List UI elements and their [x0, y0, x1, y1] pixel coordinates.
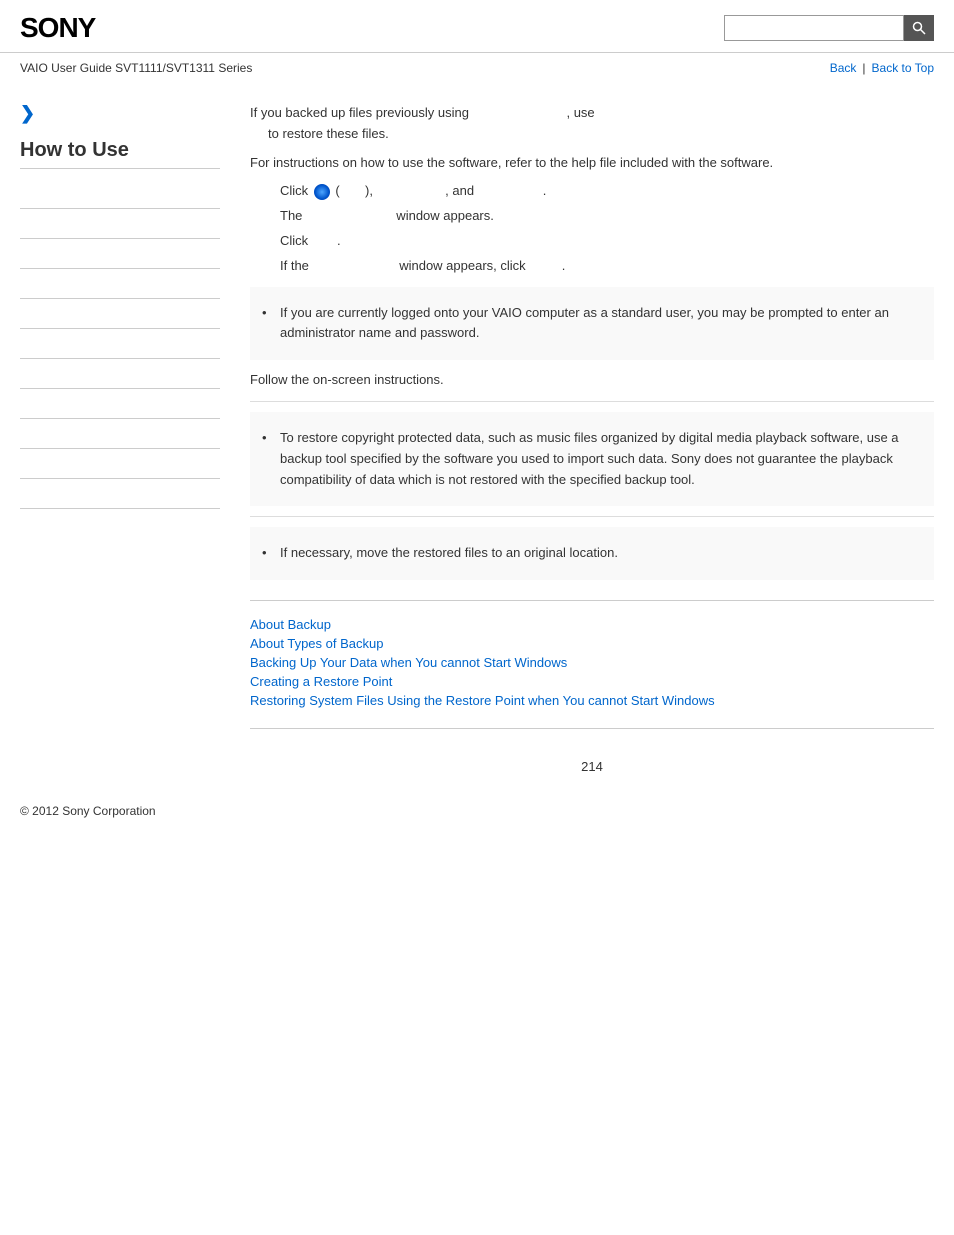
list-item[interactable]	[20, 239, 220, 269]
note-box-1: If you are currently logged onto your VA…	[250, 287, 934, 361]
link-about-backup[interactable]: About Backup	[250, 617, 934, 632]
list-item[interactable]	[20, 479, 220, 509]
header: SONY	[0, 0, 954, 53]
sony-logo: SONY	[20, 12, 95, 44]
guide-title: VAIO User Guide SVT1111/SVT1311 Series	[20, 61, 252, 75]
sidebar-section-title[interactable]: How to Use	[20, 139, 220, 169]
list-item[interactable]	[20, 419, 220, 449]
paragraph-2: For instructions on how to use the softw…	[250, 153, 934, 174]
search-button[interactable]	[904, 15, 934, 41]
list-item[interactable]	[20, 179, 220, 209]
bullet-item-2: To restore copyright protected data, suc…	[270, 428, 934, 490]
sidebar-arrow: ❯	[20, 103, 220, 124]
windows-icon	[314, 184, 330, 200]
back-link[interactable]: Back	[830, 61, 857, 75]
back-to-top-link[interactable]: Back to Top	[872, 61, 934, 75]
bullet-item-1: If you are currently logged onto your VA…	[270, 303, 934, 345]
link-backing-up[interactable]: Backing Up Your Data when You cannot Sta…	[250, 655, 934, 670]
search-area	[724, 15, 934, 41]
nav-links: Back | Back to Top	[830, 61, 934, 75]
list-item[interactable]	[20, 389, 220, 419]
note-box-3: If necessary, move the restored files to…	[250, 527, 934, 580]
step-3: Click .	[280, 231, 934, 252]
bullet-item-3: If necessary, move the restored files to…	[270, 543, 934, 564]
follow-instructions: Follow the on-screen instructions.	[250, 370, 934, 391]
list-item[interactable]	[20, 209, 220, 239]
search-input[interactable]	[724, 15, 904, 41]
main-content: If you backed up files previously using …	[240, 83, 934, 784]
list-item[interactable]	[20, 359, 220, 389]
page-number: 214	[250, 749, 934, 784]
list-item[interactable]	[20, 329, 220, 359]
copyright: © 2012 Sony Corporation	[20, 804, 156, 818]
nav-separator: |	[862, 61, 865, 75]
link-about-types[interactable]: About Types of Backup	[250, 636, 934, 651]
list-item[interactable]	[20, 449, 220, 479]
body-layout: ❯ How to Use If you backed up files prev…	[0, 83, 954, 784]
sidebar: ❯ How to Use	[20, 83, 240, 784]
step-1: Click ( ), , and .	[280, 181, 934, 202]
list-item[interactable]	[20, 299, 220, 329]
search-icon	[912, 21, 926, 35]
step-2: The window appears.	[280, 206, 934, 227]
list-item[interactable]	[20, 269, 220, 299]
nav-bar: VAIO User Guide SVT1111/SVT1311 Series B…	[0, 53, 954, 83]
related-links: About Backup About Types of Backup Backi…	[250, 600, 934, 729]
separator-2	[250, 516, 934, 517]
separator-1	[250, 401, 934, 402]
paragraph-1: If you backed up files previously using …	[250, 103, 934, 145]
link-creating-restore[interactable]: Creating a Restore Point	[250, 674, 934, 689]
link-restoring-system[interactable]: Restoring System Files Using the Restore…	[250, 693, 934, 708]
step-4: If the window appears, click .	[280, 256, 934, 277]
footer: © 2012 Sony Corporation	[0, 784, 954, 838]
note-box-2: To restore copyright protected data, suc…	[250, 412, 934, 506]
